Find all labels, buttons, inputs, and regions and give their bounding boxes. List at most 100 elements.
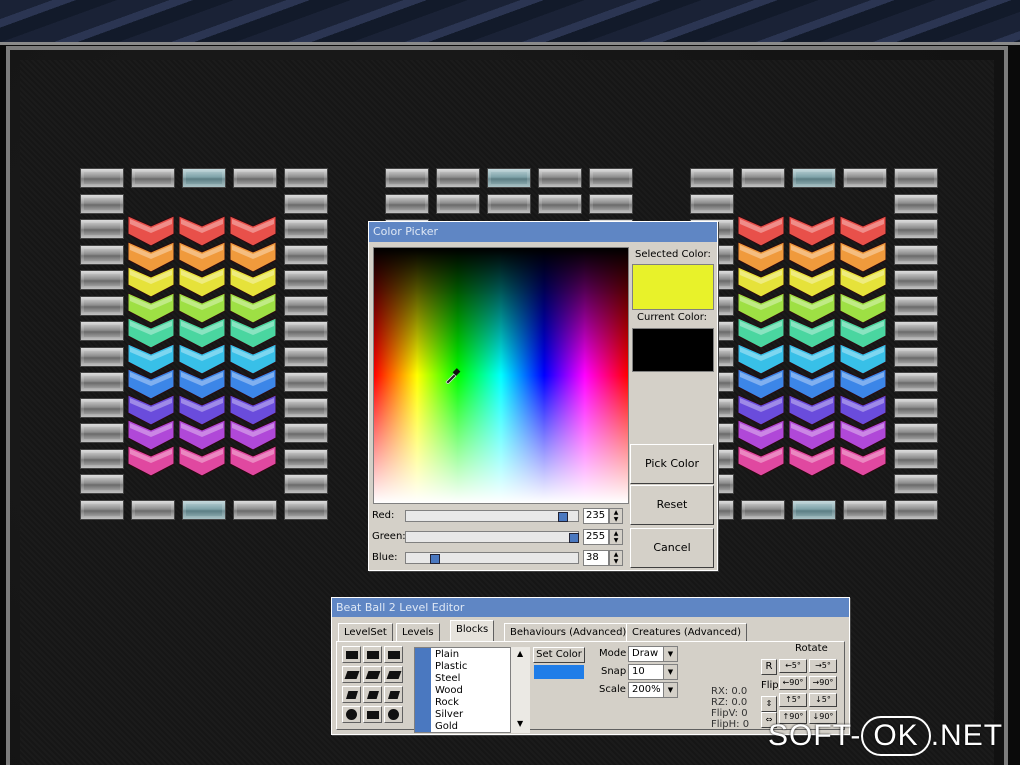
steel-brick[interactable] (80, 423, 124, 443)
colored-chevron-block[interactable] (840, 445, 886, 476)
material-item[interactable]: Plastic (435, 661, 467, 673)
block-shape-button[interactable] (363, 706, 382, 723)
steel-brick[interactable] (284, 474, 328, 494)
steel-brick[interactable] (589, 168, 633, 188)
steel-brick[interactable] (894, 295, 938, 316)
colored-chevron-block[interactable] (179, 445, 225, 476)
tab-levels[interactable]: Levels (396, 623, 440, 641)
reset-button[interactable]: Reset (630, 485, 714, 525)
steel-brick[interactable] (894, 500, 938, 520)
steel-brick[interactable] (385, 193, 429, 214)
steel-brick[interactable] (80, 193, 124, 214)
tab-blocks[interactable]: Blocks (450, 620, 495, 642)
steel-brick[interactable] (741, 500, 785, 520)
snap-select[interactable]: 10 ▼ (628, 664, 678, 680)
steel-brick[interactable] (80, 295, 124, 316)
color-spectrum[interactable] (373, 247, 629, 504)
blue-value-field[interactable]: 38 (583, 550, 609, 566)
block-shape-button[interactable] (342, 686, 361, 703)
steel-brick[interactable] (894, 321, 938, 341)
steel-brick[interactable] (80, 474, 124, 494)
steel-brick[interactable] (284, 168, 328, 188)
steel-brick[interactable] (843, 500, 887, 520)
steel-brick[interactable] (80, 168, 124, 188)
material-item[interactable]: Gold (435, 721, 458, 732)
material-item[interactable]: Wood (435, 685, 463, 697)
steel-brick[interactable] (80, 346, 124, 367)
steel-brick[interactable] (80, 270, 124, 290)
block-shape-button[interactable] (363, 646, 382, 663)
steel-brick[interactable] (792, 500, 836, 520)
steel-brick[interactable] (894, 474, 938, 494)
tab-levelset[interactable]: LevelSet (338, 623, 393, 641)
block-shape-button[interactable] (384, 686, 403, 703)
steel-brick[interactable] (538, 168, 582, 188)
rotate-button[interactable]: ←5° (779, 659, 807, 673)
steel-brick[interactable] (894, 244, 938, 265)
steel-brick[interactable] (894, 448, 938, 469)
steel-brick[interactable] (894, 372, 938, 392)
material-item[interactable]: Silver (435, 709, 463, 721)
steel-brick[interactable] (233, 168, 277, 188)
steel-brick[interactable] (385, 168, 429, 188)
scroll-down-icon[interactable]: ▼ (517, 719, 523, 728)
block-shape-button[interactable] (363, 666, 382, 683)
green-value-field[interactable]: 255 (583, 529, 609, 545)
block-shape-button[interactable] (363, 686, 382, 703)
red-slider[interactable] (405, 510, 579, 522)
block-shape-button[interactable] (342, 666, 361, 683)
colored-chevron-block[interactable] (789, 445, 835, 476)
steel-brick[interactable] (80, 321, 124, 341)
rotate-button[interactable]: →5° (809, 659, 837, 673)
steel-brick[interactable] (284, 219, 328, 239)
block-shape-button[interactable] (384, 706, 403, 723)
steel-brick[interactable] (284, 372, 328, 392)
steel-brick[interactable] (894, 423, 938, 443)
steel-brick[interactable] (741, 168, 785, 188)
colored-chevron-block[interactable] (230, 445, 276, 476)
block-shape-button[interactable] (342, 646, 361, 663)
steel-brick[interactable] (80, 219, 124, 239)
green-spinner[interactable]: ▲ ▼ (609, 529, 623, 545)
steel-brick[interactable] (538, 194, 582, 214)
material-list-scrollbar[interactable]: ▲ ▼ (510, 647, 530, 733)
steel-brick[interactable] (284, 346, 328, 367)
colored-chevron-block[interactable] (738, 445, 784, 476)
steel-brick[interactable] (284, 270, 328, 290)
mode-select[interactable]: Draw ▼ (628, 646, 678, 662)
rotate-button[interactable]: →90° (809, 676, 837, 690)
steel-brick[interactable] (284, 397, 328, 418)
rotate-button[interactable]: ↓5° (809, 693, 837, 707)
blue-spinner[interactable]: ▲ ▼ (609, 550, 623, 566)
steel-brick[interactable] (894, 168, 938, 188)
steel-brick[interactable] (284, 321, 328, 341)
scale-select[interactable]: 200% ▼ (628, 682, 678, 698)
colored-chevron-block[interactable] (128, 445, 174, 476)
rotate-button[interactable]: ←90° (779, 676, 807, 690)
red-value-field[interactable]: 235 (583, 508, 609, 524)
steel-brick[interactable] (80, 372, 124, 392)
steel-brick[interactable] (80, 244, 124, 265)
tab-behaviours[interactable]: Behaviours (Advanced) (504, 623, 633, 641)
steel-brick[interactable] (894, 270, 938, 290)
material-item[interactable]: Rock (435, 697, 459, 709)
steel-brick[interactable] (131, 168, 175, 188)
cancel-button[interactable]: Cancel (630, 528, 714, 568)
steel-brick[interactable] (894, 219, 938, 239)
steel-brick[interactable] (436, 168, 480, 188)
steel-brick[interactable] (690, 168, 734, 188)
steel-brick[interactable] (284, 448, 328, 469)
block-shape-button[interactable] (342, 706, 361, 723)
red-spinner[interactable]: ▲ ▼ (609, 508, 623, 524)
steel-brick[interactable] (284, 500, 328, 520)
rotate-button[interactable]: ↑5° (779, 693, 807, 707)
block-shape-button[interactable] (384, 666, 403, 683)
steel-brick[interactable] (894, 193, 938, 214)
material-item[interactable]: Plain (435, 649, 459, 661)
steel-brick[interactable] (894, 397, 938, 418)
steel-brick[interactable] (843, 168, 887, 188)
reset-rotation-button[interactable]: R (761, 659, 777, 675)
block-shape-button[interactable] (384, 646, 403, 663)
steel-brick[interactable] (487, 168, 531, 188)
steel-brick[interactable] (284, 295, 328, 316)
